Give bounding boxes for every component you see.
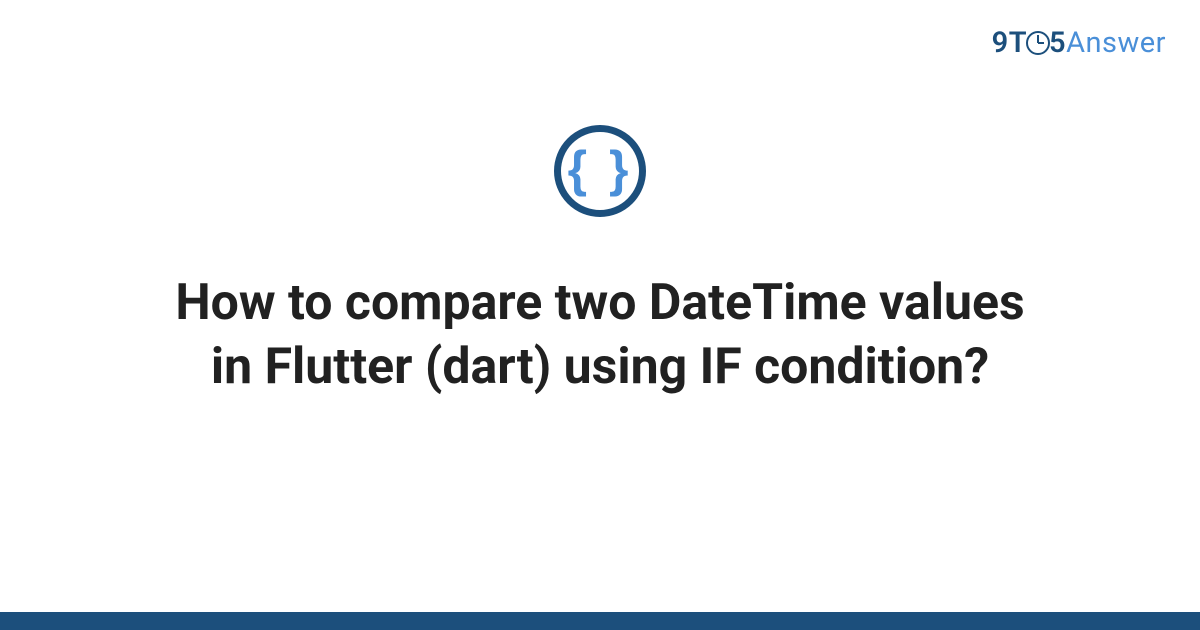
logo-nine: 9 <box>992 26 1009 60</box>
logo-t: T <box>1009 26 1027 60</box>
footer-bar <box>0 612 1200 630</box>
logo-answer: Answer <box>1066 26 1166 60</box>
clock-icon <box>1026 31 1050 55</box>
main-content: { } How to compare two DateTime values i… <box>0 125 1200 399</box>
site-logo: 9T5Answer <box>992 26 1166 60</box>
question-title: How to compare two DateTime values in Fl… <box>120 271 1080 399</box>
code-braces-icon: { } <box>568 144 633 194</box>
logo-five: 5 <box>1049 26 1066 60</box>
category-icon-wrapper: { } <box>554 125 646 217</box>
